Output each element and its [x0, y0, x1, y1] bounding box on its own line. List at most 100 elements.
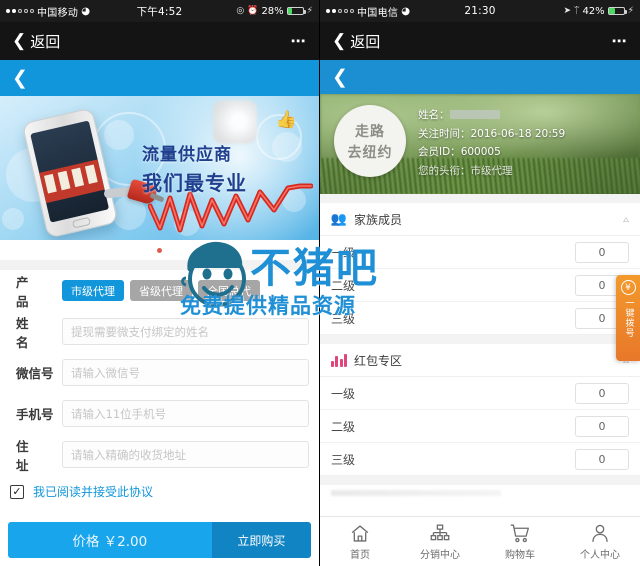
form-row-wechat: 微信号 请输入微信号 [10, 352, 309, 393]
thumbs-up-icon: 👍 [275, 110, 297, 130]
profile-name-redacted [449, 110, 500, 119]
profile-title-value: 市级代理 [470, 165, 513, 178]
right-status-right-group: ➤ ᛠ 42% ⚡ [563, 6, 634, 17]
right-status-carrier-group: 中国电信 ◕ [326, 4, 410, 19]
profile-title-row: 您的头衔：市级代理 [418, 162, 632, 181]
family-members-header[interactable]: 👥 家族成员 ▵ [320, 203, 640, 236]
red-packet-level-2-label: 二级 [331, 419, 356, 434]
signal-strength-icon [326, 9, 354, 13]
buy-now-button[interactable]: 立即购买 [211, 522, 311, 558]
red-packet-level-3-value: 0 [575, 448, 629, 470]
form-row-address: 住 址 请输入精确的收货地址 [10, 434, 309, 475]
chevron-left-icon[interactable]: ❮ [332, 67, 348, 87]
banner-headline: 流量供应商 我们最专业 [142, 140, 247, 196]
profile-name-label: 姓名： [418, 109, 450, 121]
right-app-header: ❮ [320, 60, 640, 94]
right-wechat-nav: ❮ 返回 ⋯ [320, 22, 640, 60]
tab-personal-center[interactable]: 个人中心 [560, 517, 640, 566]
blurred-overlay-blob [213, 100, 257, 144]
checkbox-checked-icon[interactable]: ✓ [10, 484, 24, 499]
form-label-phone: 手机号 [16, 407, 54, 422]
signal-strength-icon [6, 9, 34, 13]
right-battery-percent: 42% [582, 5, 605, 17]
banner-pagination[interactable] [0, 240, 319, 260]
tab-distribution-center[interactable]: 分销中心 [400, 517, 480, 566]
red-packet-level-3-label: 三级 [331, 452, 356, 467]
chevron-up-icon[interactable]: ▵ [623, 213, 629, 224]
left-phone-screen: 中国移动 ◕ 下午4:52 ◎ ⏰ 28% ⚡ ❮ 返回 ⋯ ❮ 流量供应商 我… [0, 0, 320, 566]
address-input[interactable]: 请输入精确的收货地址 [62, 441, 309, 468]
red-packet-level-1-label: 一级 [331, 386, 356, 401]
banner-bubble [104, 120, 134, 150]
tab-home[interactable]: 首页 [320, 517, 400, 566]
list-item[interactable]: 一级 0 [320, 236, 640, 269]
quick-call-side-tab[interactable]: ¥ 一键拨号 [616, 275, 640, 361]
family-group-icon: 👥 [330, 211, 348, 227]
banner-phone-content [39, 159, 105, 204]
profile-title-label: 您的头衔： [418, 165, 471, 178]
red-packet-section: 红包专区 ▵ 一级 0 二级 0 三级 0 [320, 344, 640, 476]
left-back-label: 返回 [30, 32, 61, 51]
alarm-icon: ⏰ [247, 6, 259, 16]
left-back-button[interactable]: ❮ 返回 [12, 31, 60, 52]
left-status-right-group: ◎ ⏰ 28% ⚡ [236, 6, 313, 17]
quick-call-label: 一键拨号 [623, 298, 634, 338]
family-level-1-label: 一级 [331, 245, 356, 260]
tab-cart-label: 购物车 [505, 549, 535, 561]
form-label-product: 产 品 [16, 274, 62, 309]
banner-bubble [272, 132, 302, 162]
agreement-label[interactable]: 我已阅读并接受此协议 [33, 483, 153, 500]
right-back-button[interactable]: ❮ 返回 [332, 31, 380, 52]
tab-distribution-label: 分销中心 [420, 549, 460, 561]
product-option-group: 市级代理 省级代理 全国总代 [62, 280, 309, 301]
name-input[interactable]: 提现需要微支付绑定的姓名 [62, 318, 309, 345]
form-label-name: 姓 名 [16, 315, 62, 350]
left-app-header: ❮ [0, 60, 319, 96]
product-option-national[interactable]: 全国总代 [198, 280, 260, 301]
list-item[interactable]: 三级 0 [320, 443, 640, 476]
chevron-left-icon: ❮ [332, 30, 347, 51]
avatar[interactable]: 走路 去纽约 [334, 105, 406, 177]
list-item[interactable]: 三级 0 [320, 302, 640, 335]
avatar-line1: 走路 [355, 123, 385, 140]
wechat-id-input[interactable]: 请输入微信号 [62, 359, 309, 386]
banner-headline-line2: 我们最专业 [142, 171, 247, 195]
red-packet-header[interactable]: 红包专区 ▵ [320, 344, 640, 377]
bluetooth-icon: ᛠ [574, 6, 580, 16]
profile-follow-time-row: 关注时间：2016-06-18 20:59 [418, 125, 632, 144]
phone-number-input[interactable]: 请输入11位手机号 [62, 400, 309, 427]
profile-follow-time-label: 关注时间： [418, 127, 471, 140]
more-dots-icon[interactable]: ⋯ [612, 32, 629, 50]
purchase-form: 产 品 市级代理 省级代理 全国总代 姓 名 提现需要微支付绑定的姓名 微信号 [0, 270, 319, 475]
tab-personal-label: 个人中心 [580, 549, 620, 561]
right-back-label: 返回 [350, 32, 381, 51]
profile-follow-time-value: 2016-06-18 20:59 [470, 127, 566, 140]
left-wechat-nav: ❮ 返回 ⋯ [0, 22, 319, 60]
product-option-city[interactable]: 市级代理 [62, 280, 124, 301]
profile-header: 走路 去纽约 姓名： 关注时间：2016-06-18 20:59 会员ID：60… [320, 94, 640, 194]
form-row-product: 产 品 市级代理 省级代理 全国总代 [10, 270, 309, 311]
banner-bubble [2, 208, 24, 230]
form-row-phone: 手机号 请输入11位手机号 [10, 393, 309, 434]
promo-banner[interactable]: 流量供应商 我们最专业 👍 [0, 96, 319, 240]
more-dots-icon[interactable]: ⋯ [291, 32, 308, 50]
list-item[interactable]: 二级 0 [320, 410, 640, 443]
left-status-carrier-group: 中国移动 ◕ [6, 4, 90, 19]
chevron-left-icon[interactable]: ❮ [12, 68, 28, 88]
dual-phone-screenshot: 中国移动 ◕ 下午4:52 ◎ ⏰ 28% ⚡ ❮ 返回 ⋯ ❮ 流量供应商 我… [0, 0, 640, 566]
red-packet-title: 红包专区 [354, 353, 403, 368]
section-spacer [320, 476, 640, 485]
family-level-3-label: 三级 [331, 311, 356, 326]
product-option-province[interactable]: 省级代理 [130, 280, 192, 301]
tab-home-label: 首页 [350, 549, 370, 561]
list-item[interactable]: 一级 0 [320, 377, 640, 410]
shopping-cart-icon [509, 523, 531, 544]
profile-info: 姓名： 关注时间：2016-06-18 20:59 会员ID：600005 您的… [418, 106, 632, 181]
agreement-row[interactable]: ✓ 我已阅读并接受此协议 [0, 475, 319, 507]
chevron-left-icon: ❮ [12, 30, 27, 51]
pagination-dot-active[interactable] [157, 247, 162, 253]
list-item[interactable]: 二级 0 [320, 269, 640, 302]
home-icon [349, 523, 371, 544]
tab-shopping-cart[interactable]: 购物车 [480, 517, 560, 566]
family-level-2-label: 二级 [331, 278, 356, 293]
